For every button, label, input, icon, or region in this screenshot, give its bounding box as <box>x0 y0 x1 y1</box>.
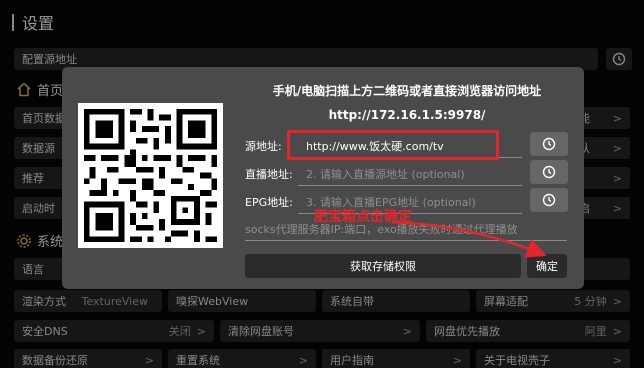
live-address-input[interactable]: 2. 请输入直播源地址 (optional) <box>298 166 522 186</box>
source-address-label: 源地址: <box>245 140 282 153</box>
server-address: http://172.16.1.5:9978/ <box>328 108 486 122</box>
live-address-label: 直播地址: <box>245 168 293 181</box>
source-history-button[interactable] <box>530 132 568 156</box>
source-config-dialog: 手机/电脑扫描上方二维码或者直接浏览器访问地址 http://172.16.1.… <box>62 67 584 289</box>
epg-history-button[interactable] <box>530 188 568 212</box>
source-highlight-box <box>287 130 499 160</box>
confirm-button[interactable]: 确定 <box>527 254 567 278</box>
epg-address-label: EPG地址: <box>245 196 293 209</box>
qr-code <box>78 103 223 248</box>
qr-code-image <box>78 103 223 248</box>
history-icon <box>542 137 556 151</box>
live-history-button[interactable] <box>530 160 568 184</box>
storage-permission-button[interactable]: 获取存储权限 <box>245 254 521 278</box>
dialog-title: 手机/电脑扫描上方二维码或者直接浏览器访问地址 <box>272 84 542 98</box>
history-icon <box>542 165 556 179</box>
annotation-note: 肥宝箱点击确定 <box>314 209 412 225</box>
history-icon <box>542 193 556 207</box>
